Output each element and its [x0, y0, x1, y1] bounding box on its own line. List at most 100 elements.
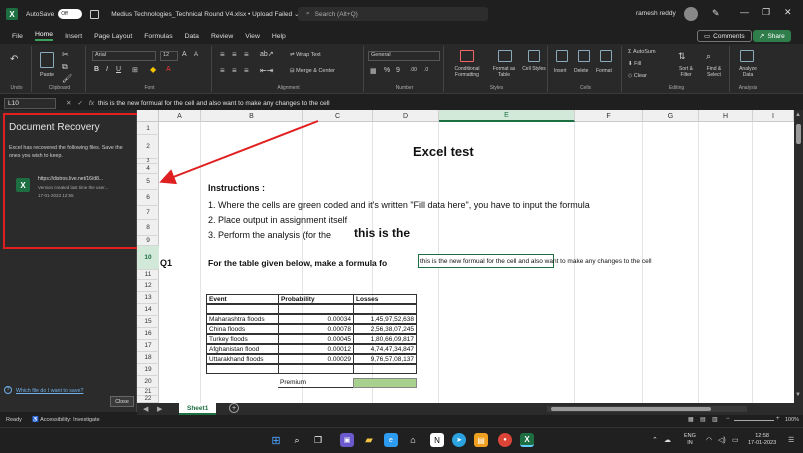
clock[interactable]: 12:58 17-01-2023 [748, 433, 776, 447]
row-header[interactable]: 11 [137, 270, 159, 280]
taskbar-search-icon[interactable]: ⌕ [290, 433, 304, 447]
recovered-file-name[interactable]: https://distros.live.net/16/d8... [38, 176, 103, 182]
table-cell[interactable] [278, 304, 354, 314]
cancel-icon[interactable]: ✕ [66, 99, 71, 107]
fill-button[interactable]: ⬇ Fill [628, 61, 641, 67]
store-icon[interactable]: ⌂ [406, 433, 420, 447]
menu-formulas[interactable]: Formulas [144, 33, 172, 40]
undo-icon[interactable]: ↶ [10, 54, 18, 65]
row-header[interactable]: 6 [137, 190, 159, 206]
autosum-button[interactable]: Σ AutoSum [628, 49, 656, 55]
row-header[interactable]: 20 [137, 376, 159, 388]
enter-icon[interactable]: ✓ [77, 99, 82, 107]
sheet-tab-sheet1[interactable]: Sheet1 [179, 403, 217, 415]
conditional-formatting-icon[interactable] [460, 50, 474, 62]
number-format-select[interactable]: General [368, 51, 440, 61]
row-header[interactable]: 5 [137, 174, 159, 190]
find-select-icon[interactable]: ⌕ [706, 51, 711, 62]
paste-icon[interactable] [40, 52, 54, 68]
row-header[interactable]: 8 [137, 220, 159, 236]
row-header[interactable]: 7 [137, 206, 159, 220]
table-cell[interactable]: 9,76,57,08,137 [353, 354, 417, 364]
vertical-scroll-thumb[interactable] [796, 124, 801, 144]
insert-function-icon[interactable]: fx [89, 100, 94, 107]
recovery-close-button[interactable]: Close [110, 396, 134, 407]
table-cell[interactable] [206, 304, 279, 314]
edge-icon[interactable]: e [384, 433, 398, 447]
font-size-select[interactable]: 12 [160, 51, 178, 61]
align-bottom-icon[interactable]: ≡ [244, 50, 249, 59]
minimize-icon[interactable]: — [740, 7, 749, 17]
row-header[interactable]: 18 [137, 352, 159, 364]
decrease-font-icon[interactable]: A [194, 52, 198, 58]
row-header[interactable]: 17 [137, 340, 159, 352]
row-header[interactable]: 15 [137, 316, 159, 328]
excel-taskbar-icon[interactable]: X [520, 433, 534, 447]
table-cell[interactable] [206, 364, 279, 374]
column-header-a[interactable]: A [159, 110, 201, 122]
share-button[interactable]: ↗ Share [753, 30, 791, 42]
font-color-icon[interactable]: A [166, 66, 171, 73]
row-header[interactable]: 22 [137, 396, 159, 403]
menu-view[interactable]: View [245, 33, 260, 40]
formula-input[interactable]: this is the new formual for the cell and… [98, 100, 330, 107]
file-explorer-icon[interactable]: ▰ [362, 433, 376, 447]
table-header-probability[interactable]: Probability [278, 294, 354, 304]
premium-label[interactable]: Premium [278, 378, 354, 388]
orientation-icon[interactable]: ab↗ [260, 50, 274, 58]
column-header-f[interactable]: F [575, 110, 643, 122]
cell-styles-icon[interactable] [528, 50, 540, 62]
table-cell[interactable]: 1,80,66,09,817 [353, 334, 417, 344]
avatar[interactable] [684, 7, 698, 21]
merge-center-button[interactable]: ⊟ Merge & Center [290, 68, 335, 74]
menu-insert[interactable]: Insert [65, 33, 82, 40]
notes-icon[interactable]: ▤ [474, 433, 488, 447]
search-box[interactable]: ⌕ Search (Alt+Q) [298, 7, 488, 21]
document-title[interactable]: Medius Technologies_Technical Round V4.x… [111, 10, 299, 18]
table-cell[interactable]: Turkey floods [206, 334, 279, 344]
scroll-down-icon[interactable]: ▼ [795, 392, 801, 398]
wrap-text-button[interactable]: ⇌ Wrap Text [290, 52, 321, 58]
sheet-title[interactable]: Excel test [413, 144, 474, 159]
column-header-c[interactable]: C [303, 110, 373, 122]
column-header-b[interactable]: B [201, 110, 303, 122]
row-header[interactable]: 16 [137, 328, 159, 340]
premium-input-cell[interactable] [353, 378, 417, 388]
q1-label[interactable]: Q1 [160, 258, 172, 268]
comma-icon[interactable]: 9 [396, 67, 400, 74]
cut-icon[interactable]: ✂ [62, 50, 69, 59]
table-header-losses[interactable]: Losses [353, 294, 417, 304]
horizontal-scroll-thumb[interactable] [551, 407, 711, 411]
table-cell[interactable] [278, 364, 354, 374]
table-cell[interactable]: China floods [206, 324, 279, 334]
table-cell[interactable]: 4,74,47,34,847 [353, 344, 417, 354]
align-left-icon[interactable]: ≡ [220, 66, 225, 75]
active-cell-editor[interactable]: this is the new formual for the cell and… [418, 254, 652, 268]
menu-data[interactable]: Data [185, 33, 199, 40]
teams-icon[interactable]: ▣ [340, 433, 354, 447]
notion-icon[interactable]: N [430, 433, 444, 447]
row-header[interactable]: 21 [137, 388, 159, 396]
scroll-up-icon[interactable]: ▲ [795, 112, 801, 118]
font-name-select[interactable]: Arial [92, 51, 156, 61]
row-header[interactable]: 10 [137, 246, 159, 270]
worksheet-grid[interactable]: A B C D E F G H I 1 2 3 4 5 6 7 8 9 10 1… [137, 110, 794, 403]
windows-start-icon[interactable]: ⊞ [269, 433, 283, 447]
clear-button[interactable]: ◇ Clear [628, 73, 647, 79]
restore-icon[interactable]: ❐ [762, 7, 770, 18]
table-cell[interactable]: Afghanistan flood [206, 344, 279, 354]
zoom-in-icon[interactable]: + [776, 416, 780, 422]
menu-page-layout[interactable]: Page Layout [94, 33, 132, 40]
align-top-icon[interactable]: ≡ [220, 50, 225, 59]
row-header[interactable]: 14 [137, 304, 159, 316]
normal-view-icon[interactable]: ▦ [688, 416, 694, 423]
battery-icon[interactable]: ▭ [732, 436, 739, 444]
currency-icon[interactable]: ▦ [370, 67, 377, 75]
instruction-2[interactable]: 2. Place output in assignment itself [208, 215, 347, 225]
row-header[interactable]: 12 [137, 280, 159, 292]
increase-font-icon[interactable]: A [182, 51, 187, 58]
volume-icon[interactable]: ◁) [718, 436, 726, 444]
autosave-toggle[interactable]: Off [58, 9, 83, 19]
instruction-3[interactable]: 3. Perform the analysis (for the [208, 230, 331, 240]
table-cell[interactable]: 0.00012 [278, 344, 354, 354]
